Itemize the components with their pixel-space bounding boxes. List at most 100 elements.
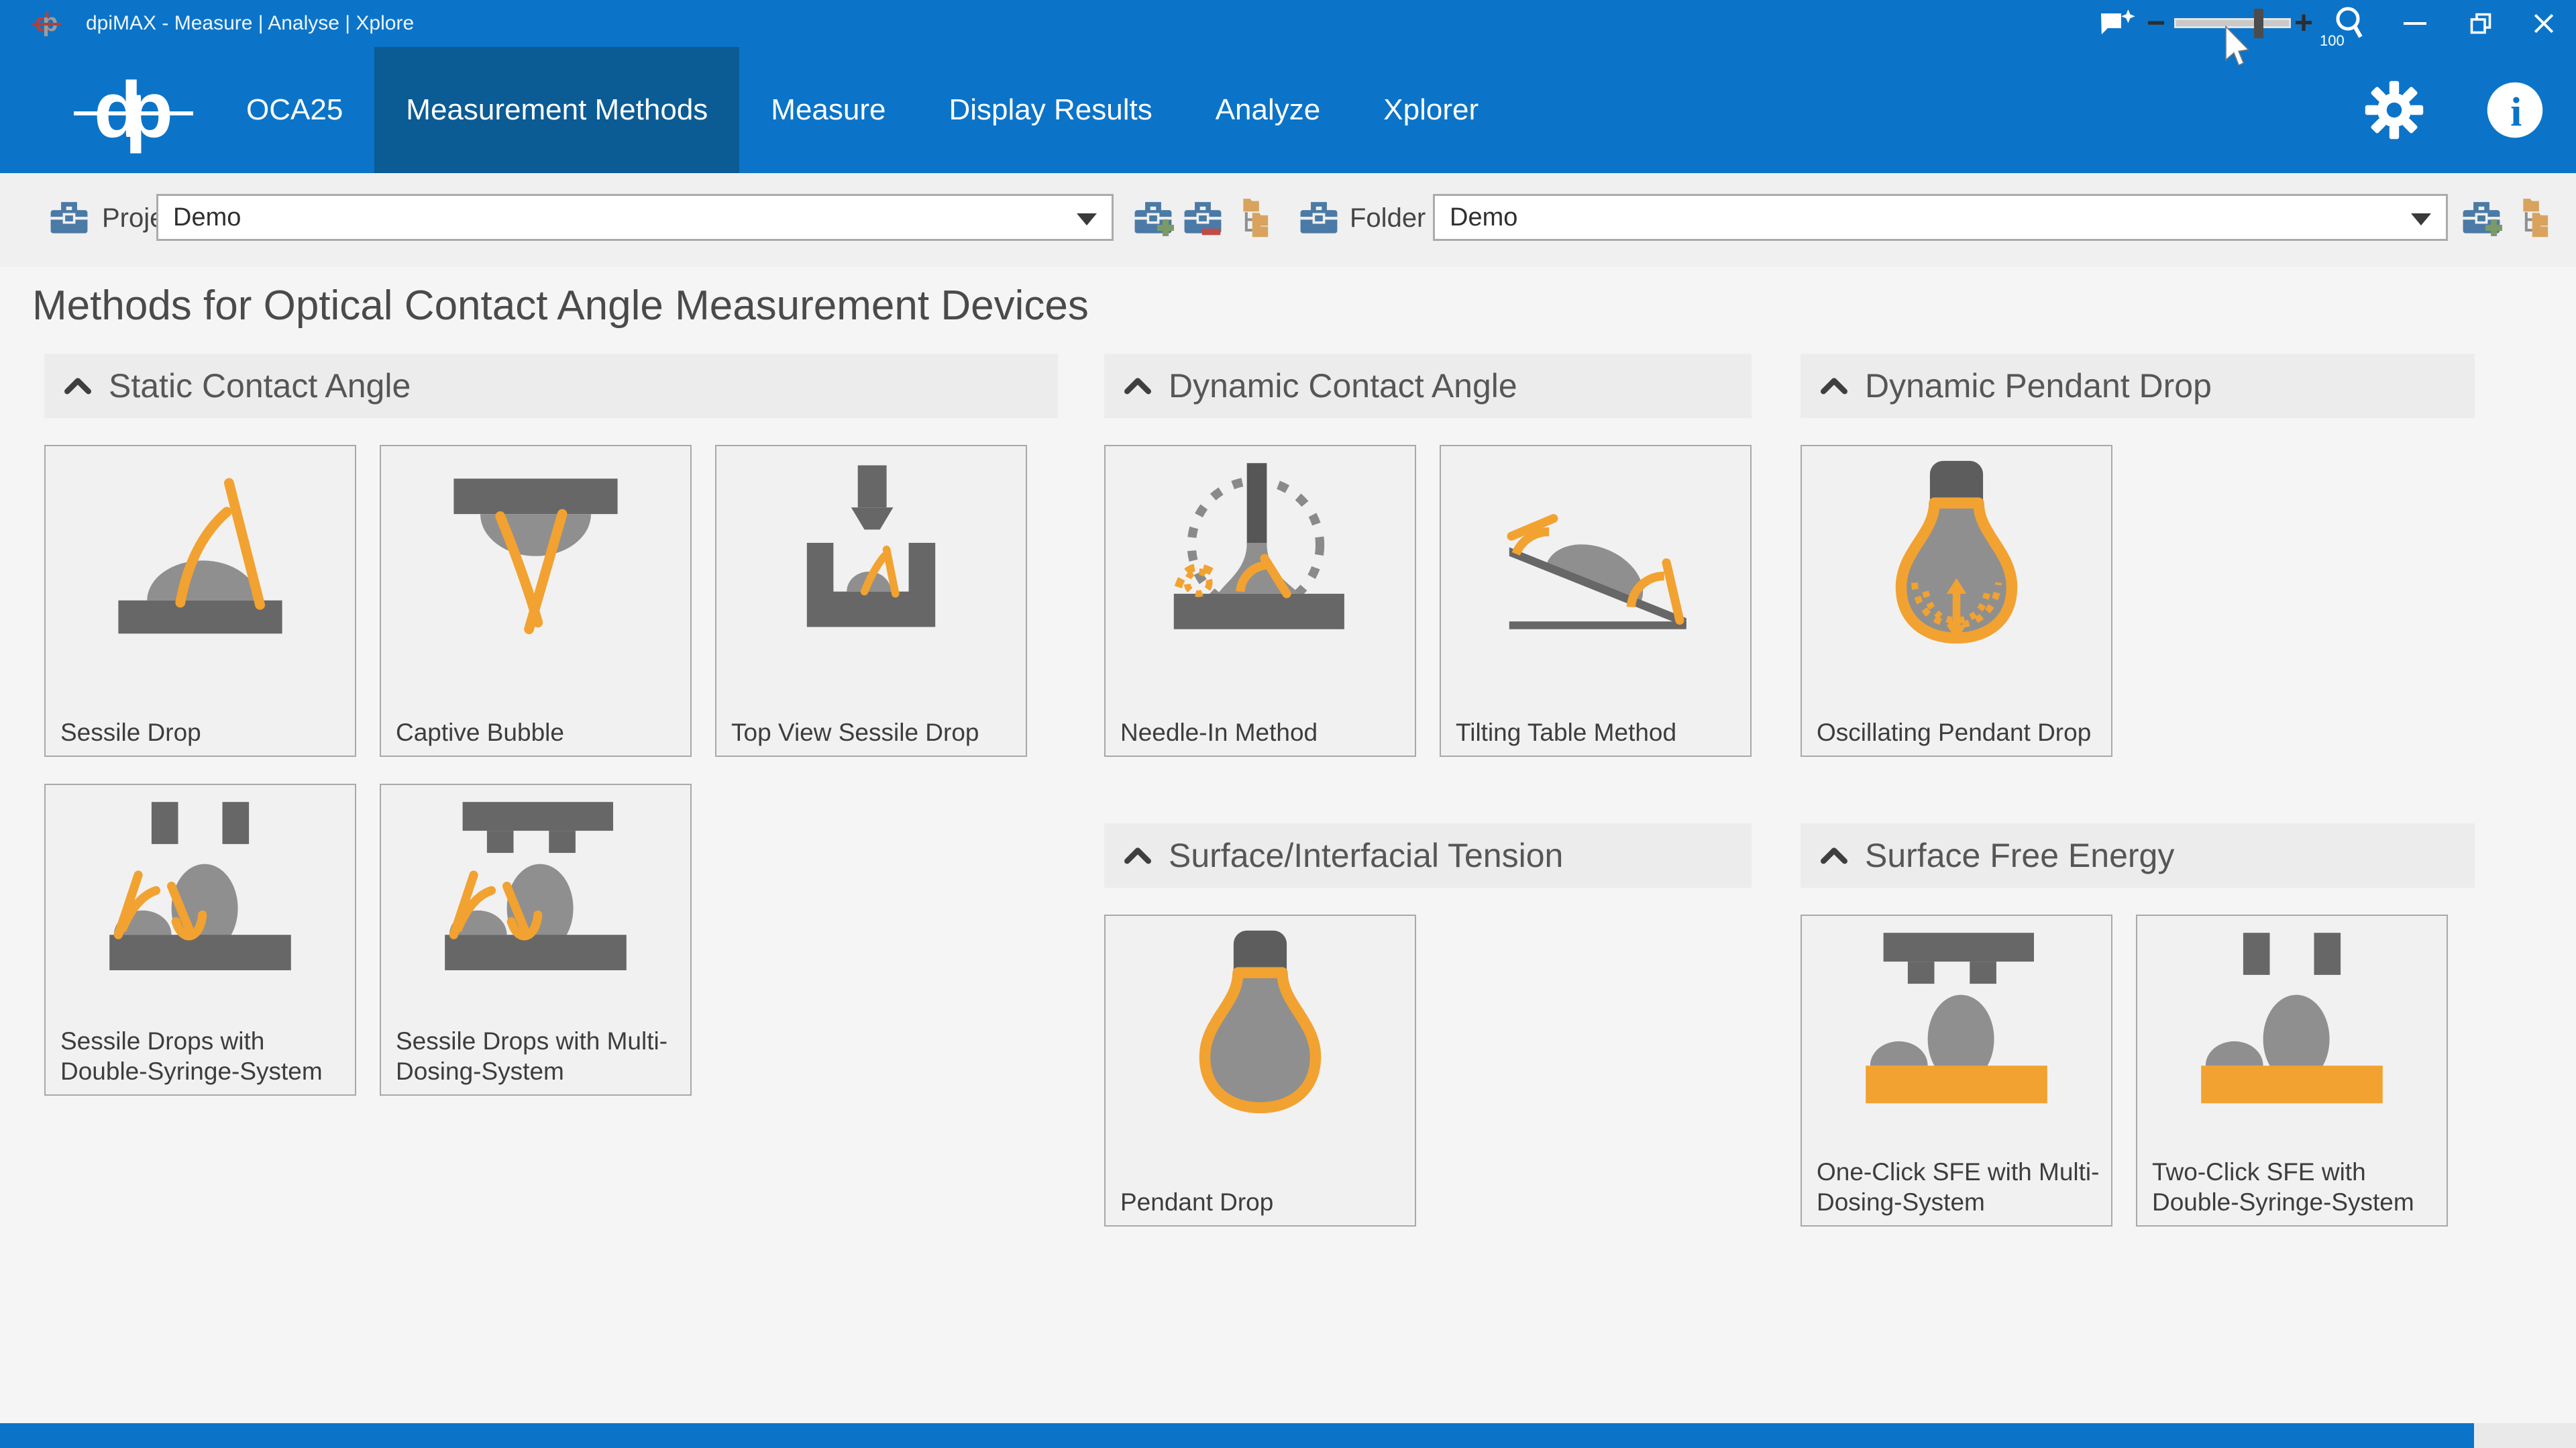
method-card-top-view-sessile-drop[interactable]: Top View Sessile Drop — [715, 445, 1027, 757]
zoom-slider[interactable] — [2176, 20, 2289, 26]
method-cards: Pendant Drop — [1104, 915, 1752, 1227]
method-label: Oscillating Pendant Drop — [1817, 717, 2100, 747]
method-card-sessile-drops-with-multi-dosing-system[interactable]: Sessile Drops with Multi-Dosing-System — [380, 784, 692, 1096]
section-static-contact-angle: Static Contact Angle Sessile Drop Captiv… — [44, 354, 1058, 1096]
tab-analyze[interactable]: Analyze — [1184, 47, 1352, 173]
section-title: Dynamic Contact Angle — [1169, 366, 1517, 405]
method-label: Tilting Table Method — [1456, 717, 1739, 747]
remove-project-button[interactable] — [1182, 197, 1224, 239]
main-navbar: dp OCA25Measurement MethodsMeasureDispla… — [0, 47, 2576, 173]
tab-measure[interactable]: Measure — [739, 47, 917, 173]
method-card-pendant-drop[interactable]: Pendant Drop — [1104, 915, 1416, 1227]
method-card-oscillating-pendant-drop[interactable]: Oscillating Pendant Drop — [1801, 445, 2112, 757]
method-label: Sessile Drops with Multi-Dosing-System — [396, 1026, 680, 1086]
chevron-up-icon — [64, 377, 91, 395]
tab-oca25[interactable]: OCA25 — [215, 47, 374, 173]
zoom-slider-handle[interactable] — [2254, 9, 2263, 38]
section-header-surface-interfacial-tension[interactable]: Surface/Interfacial Tension — [1104, 823, 1752, 888]
folder-label: Folder — [1350, 173, 1426, 267]
project-briefcase-icon — [48, 197, 90, 239]
dropdown-arrow-icon — [2411, 213, 2431, 225]
tab-measurement-methods[interactable]: Measurement Methods — [374, 47, 739, 173]
nav-tabs: OCA25Measurement MethodsMeasureDisplay R… — [215, 47, 1510, 173]
sessile-drops-multi-dosing-icon — [394, 793, 677, 1015]
project-dropdown[interactable]: Demo — [156, 194, 1114, 241]
oscillating-pendant-drop-icon — [1815, 454, 2098, 676]
gear-icon — [2364, 80, 2424, 140]
method-label: One-Click SFE with Multi-Dosing-System — [1817, 1157, 2100, 1217]
one-click-sfe-icon — [1815, 924, 2098, 1145]
folder-dropdown-value: Demo — [1450, 196, 1517, 239]
method-label: Pendant Drop — [1120, 1187, 1404, 1217]
section-header-dynamic-pendant-drop[interactable]: Dynamic Pendant Drop — [1801, 354, 2475, 418]
sessile-drop-icon — [59, 454, 341, 676]
folder-briefcase-icon — [1298, 197, 1340, 239]
svg-text:i: i — [2510, 89, 2522, 135]
two-click-sfe-icon — [2151, 924, 2433, 1145]
restore-icon — [2469, 11, 2493, 36]
chevron-up-icon — [1821, 377, 1847, 395]
bottom-corner — [2474, 1423, 2576, 1448]
app-logo-small-icon: dp — [35, 7, 58, 39]
dropdown-arrow-icon — [1077, 213, 1097, 225]
add-folder-button[interactable] — [2461, 197, 2502, 239]
maximize-button[interactable] — [2466, 0, 2496, 47]
method-label: Top View Sessile Drop — [731, 717, 1015, 747]
top-view-sessile-drop-icon — [730, 454, 1012, 676]
folder-tree-button[interactable] — [2514, 197, 2553, 238]
method-card-captive-bubble[interactable]: Captive Bubble — [380, 445, 692, 757]
method-card-tilting-table-method[interactable]: Tilting Table Method — [1440, 445, 1752, 757]
section-dynamic-pendant-drop: Dynamic Pendant Drop Oscillating Pendant… — [1801, 354, 2475, 757]
page-title: Methods for Optical Contact Angle Measur… — [32, 282, 1089, 329]
method-card-sessile-drops-with-double-syringe-system[interactable]: Sessile Drops with Double-Syringe-System — [44, 784, 356, 1096]
folder-dropdown[interactable]: Demo — [1433, 194, 2448, 241]
method-cards: Oscillating Pendant Drop — [1801, 445, 2475, 757]
zoom-out-button[interactable]: − — [2144, 0, 2168, 47]
section-title: Surface/Interfacial Tension — [1169, 836, 1563, 875]
info-button[interactable]: i — [2486, 81, 2544, 139]
zoom-in-button[interactable]: + — [2292, 0, 2316, 47]
window-titlebar: dp dpiMAX - Measure | Analyse | Xplore −… — [0, 0, 2576, 47]
info-icon: i — [2486, 81, 2544, 139]
tab-xplorer[interactable]: Xplorer — [1352, 47, 1510, 173]
bottom-accent-bar — [0, 1423, 2474, 1448]
method-cards: One-Click SFE with Multi-Dosing-System T… — [1801, 915, 2475, 1227]
minimize-button[interactable] — [2400, 0, 2430, 47]
method-label: Captive Bubble — [396, 717, 680, 747]
section-header-static-contact-angle[interactable]: Static Contact Angle — [44, 354, 1058, 418]
section-surface-free-energy: Surface Free Energy One-Click SFE with M… — [1801, 823, 2475, 1227]
close-icon — [2532, 12, 2555, 35]
method-label: Sessile Drop — [60, 717, 344, 747]
project-tree-button[interactable] — [1234, 197, 1273, 238]
section-header-dynamic-contact-angle[interactable]: Dynamic Contact Angle — [1104, 354, 1752, 418]
minimize-icon — [2404, 21, 2426, 25]
needle-in-method-icon — [1119, 454, 1401, 676]
method-card-needle-in-method[interactable]: Needle-In Method — [1104, 445, 1416, 757]
settings-button[interactable] — [2364, 80, 2424, 140]
method-card-two-click-sfe-with-double-syringe-system[interactable]: Two-Click SFE with Double-Syringe-System — [2136, 915, 2448, 1227]
section-dynamic-contact-angle: Dynamic Contact Angle Needle-In Method T… — [1104, 354, 1752, 757]
close-button[interactable] — [2529, 0, 2559, 47]
method-label: Needle-In Method — [1120, 717, 1404, 747]
method-card-sessile-drop[interactable]: Sessile Drop — [44, 445, 356, 757]
method-card-one-click-sfe-with-multi-dosing-system[interactable]: One-Click SFE with Multi-Dosing-System — [1801, 915, 2112, 1227]
method-cards: Sessile Drop Captive Bubble Top View Ses… — [44, 445, 1058, 1096]
section-header-surface-free-energy[interactable]: Surface Free Energy — [1801, 823, 2475, 888]
star-icon — [2121, 9, 2135, 23]
speech-bubble-icon — [2101, 13, 2121, 34]
method-cards: Needle-In Method Tilting Table Method — [1104, 445, 1752, 757]
app-logo: dp — [70, 47, 197, 173]
tab-display-results[interactable]: Display Results — [917, 47, 1183, 173]
method-label: Two-Click SFE with Double-Syringe-System — [2152, 1157, 2436, 1217]
project-folder-toolbar: Project Demo Folder Demo — [0, 173, 2576, 267]
section-title: Dynamic Pendant Drop — [1865, 366, 2212, 405]
add-project-button[interactable] — [1132, 197, 1174, 239]
pendant-drop-icon — [1119, 924, 1401, 1145]
sessile-drops-double-syringe-icon — [59, 793, 341, 1015]
feedback-button[interactable] — [2098, 8, 2136, 42]
chevron-up-icon — [1124, 377, 1151, 395]
app-window: dp dpiMAX - Measure | Analyse | Xplore −… — [0, 0, 2576, 1448]
captive-bubble-icon — [394, 454, 677, 676]
section-surface-interfacial-tension: Surface/Interfacial Tension Pendant Drop — [1104, 823, 1752, 1227]
chevron-up-icon — [1821, 847, 1847, 864]
